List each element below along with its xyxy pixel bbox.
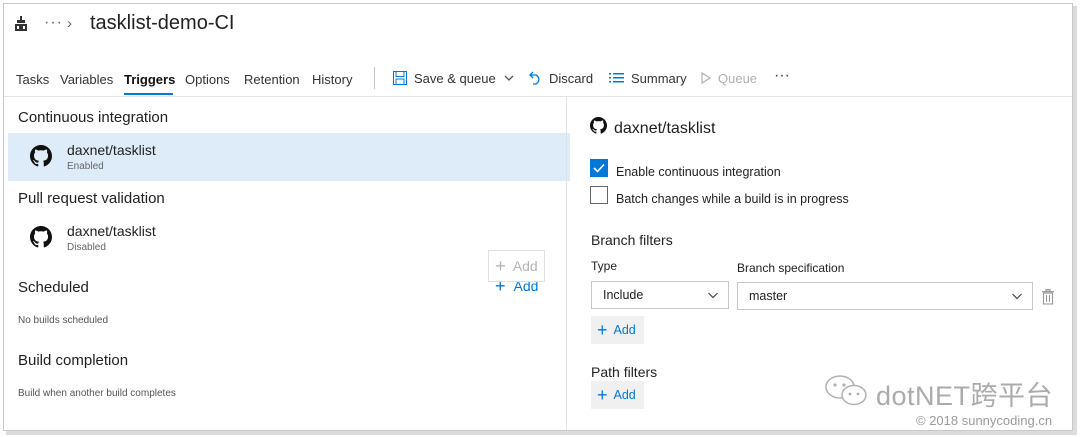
ci-repo-name: daxnet/tasklist — [67, 142, 156, 158]
pr-repo-row[interactable]: daxnet/tasklist Disabled — [8, 214, 570, 262]
save-and-queue-button[interactable]: Save & queue — [393, 68, 514, 88]
tab-retention[interactable]: Retention — [244, 72, 300, 87]
branch-spec-value: master — [749, 289, 788, 303]
more-actions-button[interactable]: ··· — [774, 66, 790, 86]
github-icon — [30, 145, 52, 167]
branch-filters-heading: Branch filters — [591, 232, 673, 248]
add-branch-filter-label: Add — [613, 323, 636, 337]
pipeline-icon — [15, 16, 27, 31]
branch-spec-select[interactable]: master — [737, 282, 1033, 310]
tab-options[interactable]: Options — [185, 72, 230, 87]
enable-ci-label: Enable continuous integration — [616, 165, 781, 179]
pr-repo-status: Disabled — [67, 242, 106, 253]
triggers-list-panel: Continuous integration daxnet/tasklist E… — [4, 97, 570, 430]
summary-button[interactable]: Summary — [609, 68, 687, 88]
delete-icon[interactable] — [1041, 289, 1055, 305]
tab-history[interactable]: History — [312, 72, 352, 87]
frame-shadow-right — [1073, 6, 1077, 434]
build-completion-note: Build when another build completes — [18, 388, 176, 399]
list-icon — [609, 73, 624, 83]
checkmark-icon — [593, 163, 605, 173]
frame-shadow-bottom — [6, 431, 1077, 435]
tab-variables[interactable]: Variables — [60, 72, 113, 87]
pr-repo-name: daxnet/tasklist — [67, 223, 156, 239]
plus-icon: + — [597, 320, 608, 340]
plus-icon: + — [597, 385, 608, 405]
batch-changes-label: Batch changes while a build is in progre… — [616, 192, 849, 206]
path-filters-heading: Path filters — [591, 364, 658, 380]
queue-button[interactable]: Queue — [701, 68, 757, 88]
ci-repo-status: Enabled — [67, 161, 104, 172]
github-icon — [590, 117, 607, 134]
ci-repo-row[interactable]: daxnet/tasklist Enabled — [8, 133, 570, 181]
discard-button[interactable]: Discard — [529, 68, 593, 88]
breadcrumb-more-button[interactable]: ··· — [44, 14, 63, 32]
filter-type-select[interactable]: Include — [591, 281, 729, 309]
batch-changes-checkbox[interactable] — [590, 186, 608, 204]
add-branch-filter-button[interactable]: + Add — [591, 316, 644, 344]
watermark-copyright: © 2018 sunnycoding.cn — [916, 413, 1053, 428]
window-frame: ··· › tasklist-demo-CI Tasks Variables T… — [3, 3, 1073, 431]
add-build-completion-button[interactable]: + Add — [488, 250, 545, 282]
filter-type-value: Include — [603, 288, 644, 302]
save-and-queue-label: Save & queue — [414, 70, 496, 86]
active-tab-indicator — [124, 93, 173, 95]
github-icon — [30, 226, 52, 248]
scheduled-heading: Scheduled — [18, 279, 89, 296]
tab-triggers[interactable]: Triggers — [124, 72, 175, 87]
breadcrumb-chevron-icon: › — [67, 15, 72, 32]
save-icon — [393, 71, 407, 85]
tab-tasks[interactable]: Tasks — [16, 72, 49, 87]
undo-icon — [529, 71, 540, 85]
chevron-down-icon — [504, 75, 514, 81]
toolbar: Tasks Variables Triggers Options Retenti… — [4, 60, 1072, 96]
summary-label: Summary — [631, 70, 687, 86]
build-completion-heading: Build completion — [18, 352, 129, 369]
chevron-down-icon — [1012, 293, 1022, 300]
add-path-filter-label: Add — [613, 388, 636, 402]
toolbar-divider — [374, 67, 375, 89]
page-header: ··· › tasklist-demo-CI — [4, 4, 1072, 48]
add-path-filter-button[interactable]: + Add — [591, 381, 644, 409]
discard-label: Discard — [549, 70, 594, 86]
wechat-logo-icon — [825, 375, 867, 406]
queue-label: Queue — [718, 70, 758, 86]
play-icon — [701, 72, 711, 84]
branch-spec-label: Branch specification — [737, 261, 845, 275]
enable-ci-checkbox[interactable] — [590, 159, 608, 177]
repository-title: daxnet/tasklist — [614, 120, 716, 137]
plus-icon: + — [495, 256, 506, 276]
pr-heading: Pull request validation — [18, 190, 165, 207]
chevron-down-icon — [708, 292, 718, 299]
type-label: Type — [591, 259, 618, 273]
add-build-completion-label: Add — [512, 258, 538, 274]
scheduled-note: No builds scheduled — [18, 315, 109, 326]
page-title: tasklist-demo-CI — [90, 12, 235, 34]
ci-heading: Continuous integration — [18, 109, 169, 126]
watermark-brand: dotNET跨平台 — [876, 381, 1054, 411]
